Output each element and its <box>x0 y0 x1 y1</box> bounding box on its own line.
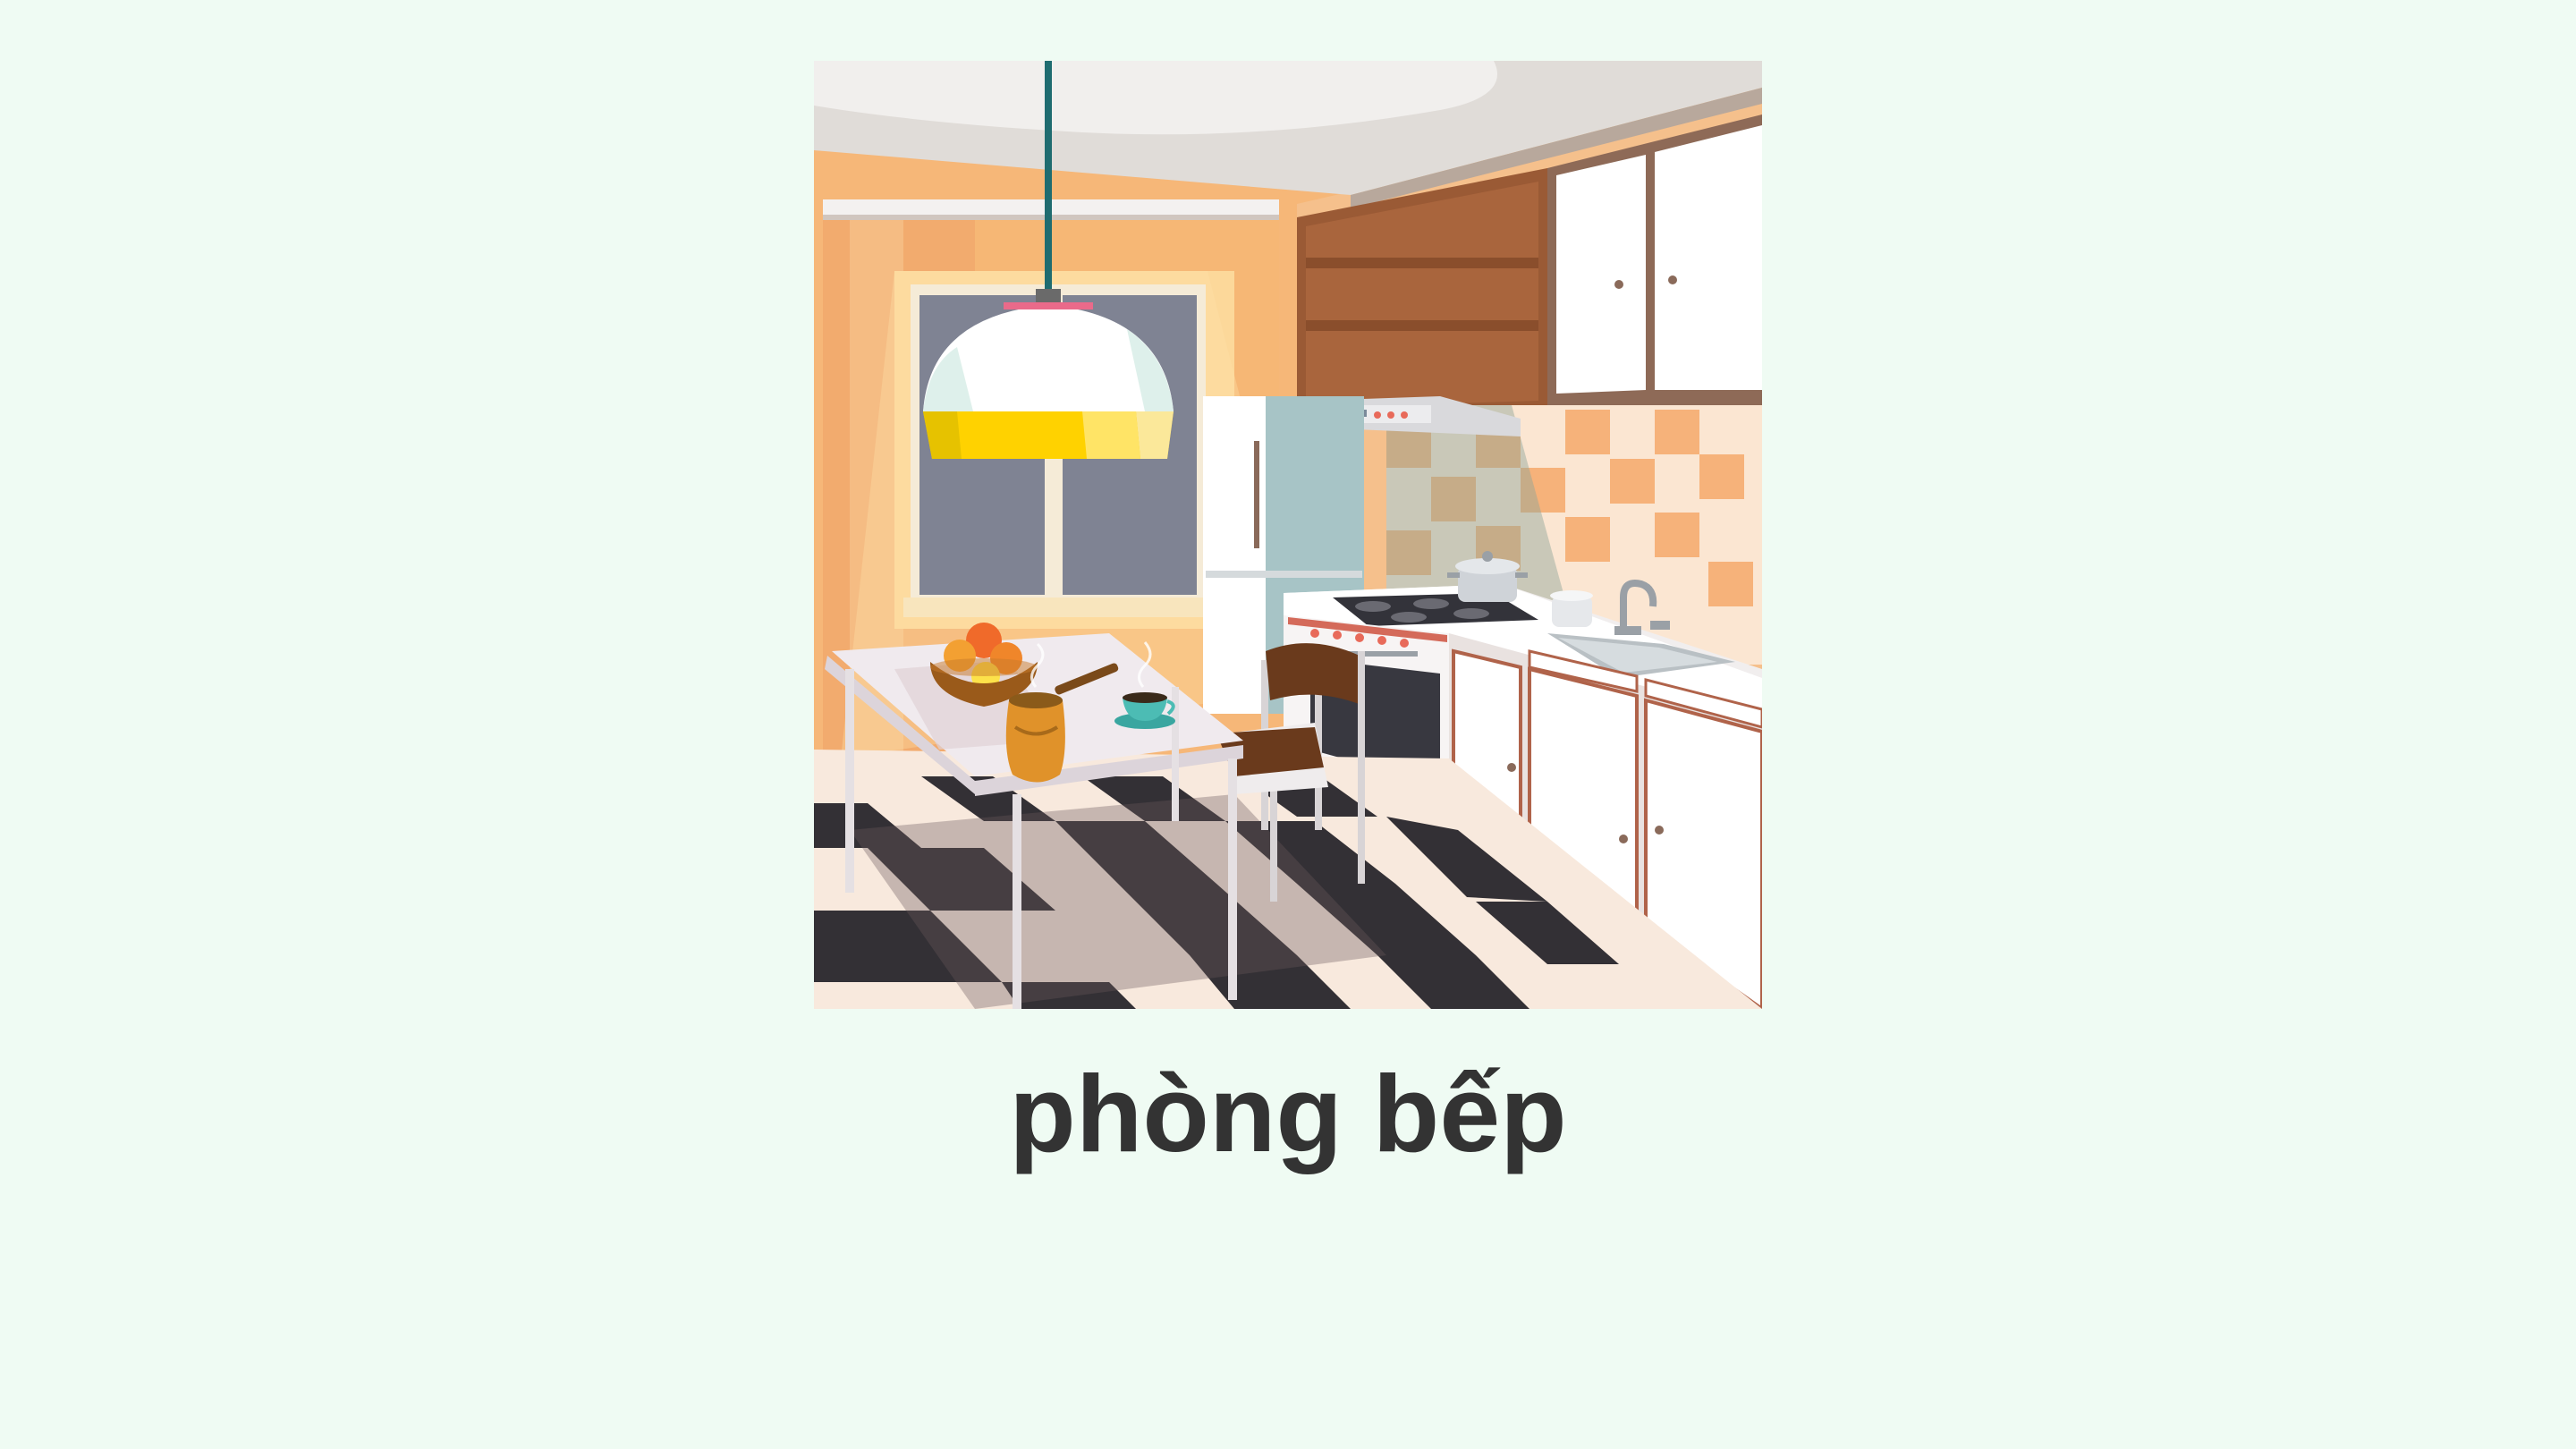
kitchen-illustration <box>814 61 1762 1009</box>
flashcard-page: phòng bếp <box>0 0 2576 1449</box>
vocabulary-word: phòng bếp <box>1009 1053 1567 1174</box>
kettle <box>1550 590 1593 627</box>
